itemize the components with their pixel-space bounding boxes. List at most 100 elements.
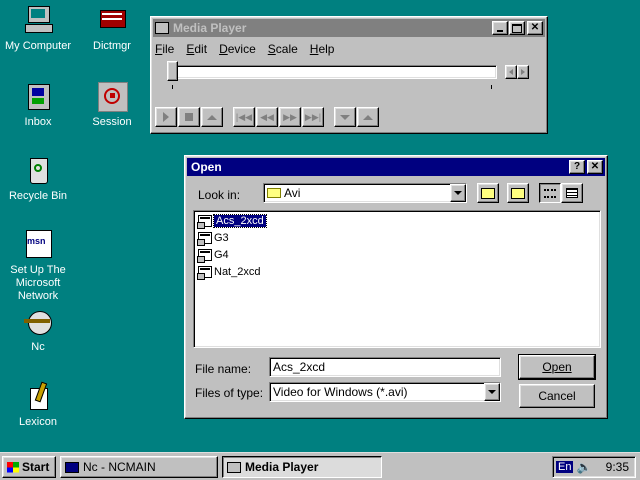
next-mark-button[interactable]: ▶▶| [302, 107, 324, 127]
desktop-icon-inbox[interactable]: Inbox [0, 80, 76, 129]
media-player-app-icon [155, 22, 169, 34]
desktop-icon-label: Lexicon [19, 416, 57, 428]
cancel-button-label: Cancel [538, 389, 576, 403]
close-icon: ✕ [530, 22, 540, 33]
list-item[interactable]: G3 [197, 230, 229, 246]
menu-device[interactable]: Device [219, 42, 256, 56]
start-selection-button[interactable] [334, 107, 356, 127]
desktop-icon-session[interactable]: Session [74, 80, 150, 129]
file-name: Acs_2xcd [213, 214, 267, 228]
desktop-icon-label: Dictmgr [93, 40, 131, 52]
menu-scale[interactable]: Scale [268, 42, 298, 56]
play-icon [163, 112, 169, 122]
file-list[interactable]: Acs_2xcd G3 G4 Nat_2xcd [193, 210, 601, 348]
scroll-right-button[interactable] [517, 65, 529, 79]
details-view-button[interactable] [561, 183, 583, 203]
rewind-button[interactable]: ◀◀ [256, 107, 278, 127]
clock[interactable]: 9:35 [606, 460, 629, 474]
open-dialog-titlebar[interactable]: Open ? ✕ [187, 158, 605, 176]
start-button[interactable]: Start [2, 456, 56, 478]
minimize-button[interactable] [492, 21, 508, 35]
list-item[interactable]: Acs_2xcd [197, 213, 267, 229]
taskbar-button-label: Media Player [245, 460, 319, 474]
dialog-close-button[interactable]: ✕ [587, 160, 603, 174]
files-of-type-dropdown-button[interactable] [484, 383, 500, 401]
maximize-icon [512, 23, 522, 33]
menu-help[interactable]: Help [310, 42, 335, 56]
desktop-icon-msn[interactable]: msn Set Up The Microsoft Network [0, 228, 76, 303]
mark-out-icon [363, 114, 373, 120]
video-file-icon [197, 266, 212, 280]
chevron-down-icon [488, 390, 496, 394]
arrow-left-icon [509, 69, 513, 75]
language-indicator[interactable]: En [556, 461, 574, 473]
list-item[interactable]: G4 [197, 247, 229, 263]
file-name: G4 [214, 249, 229, 261]
files-of-type-select[interactable]: Video for Windows (*.avi) [269, 382, 501, 402]
maximize-button[interactable] [509, 21, 525, 35]
msn-icon: msn [22, 228, 54, 260]
end-selection-button[interactable] [357, 107, 379, 127]
media-player-titlebar[interactable]: Media Player ✕ [153, 19, 545, 37]
track-tick-end [491, 85, 492, 89]
arrow-right-icon [521, 69, 525, 75]
desktop-icon-dictmgr[interactable]: Dictmgr [74, 4, 150, 53]
video-file-icon [197, 215, 212, 229]
help-button[interactable]: ? [569, 160, 585, 174]
windows-logo-icon [7, 461, 19, 473]
menu-edit[interactable]: Edit [186, 42, 207, 56]
desktop-icon-lexicon[interactable]: Lexicon [0, 380, 76, 429]
menu-file[interactable]: File [155, 42, 174, 56]
lexicon-icon [22, 380, 54, 412]
dictmgr-icon [96, 4, 128, 36]
list-view-button[interactable] [539, 183, 561, 203]
details-view-icon [566, 188, 578, 198]
file-name-value: Acs_2xcd [273, 360, 326, 374]
play-button[interactable] [155, 107, 177, 127]
inbox-icon [22, 80, 54, 112]
stop-button[interactable] [178, 107, 200, 127]
video-file-icon [197, 249, 212, 263]
seek-track[interactable] [171, 65, 497, 79]
chevron-down-icon [454, 191, 462, 195]
taskbar-button-media-player[interactable]: Media Player [222, 456, 382, 478]
taskbar-button-label: Nc - NCMAIN [83, 460, 156, 474]
cancel-button[interactable]: Cancel [519, 384, 595, 408]
fast-forward-button[interactable]: ▶▶ [279, 107, 301, 127]
desktop-icon-label: My Computer [4, 40, 72, 52]
volume-icon[interactable]: 🔈 [576, 460, 591, 474]
close-button[interactable]: ✕ [527, 21, 543, 35]
media-player-icon [227, 461, 241, 473]
media-player-title: Media Player [173, 21, 247, 35]
scroll-left-button[interactable] [505, 65, 517, 79]
file-name-label: File name: [195, 362, 252, 376]
desktop-icon-my-computer[interactable]: My Computer [0, 4, 76, 53]
open-dialog-title: Open [191, 160, 222, 174]
taskbar-button-nc[interactable]: Nc - NCMAIN [60, 456, 218, 478]
seek-thumb[interactable] [167, 61, 178, 81]
desktop-icon-recycle-bin[interactable]: Recycle Bin [0, 154, 76, 203]
desktop-icon-label: Set Up The Microsoft Network [10, 264, 66, 302]
recycle-bin-icon [22, 154, 54, 186]
files-of-type-value: Video for Windows (*.avi) [273, 385, 408, 399]
desktop-icon-label: Recycle Bin [8, 190, 68, 202]
look-in-dropdown-button[interactable] [450, 184, 466, 202]
close-icon: ✕ [590, 161, 600, 172]
look-in-combo[interactable]: Avi [263, 183, 467, 203]
open-button[interactable]: Open [518, 354, 596, 380]
help-icon: ? [573, 161, 581, 172]
nc-window-icon [65, 461, 79, 473]
desktop-icon-label: Nc [31, 341, 45, 353]
open-button-label: Open [542, 360, 572, 374]
folder-up-icon [481, 187, 495, 199]
desktop-icon-nc[interactable]: Nc [0, 305, 76, 354]
file-name-input[interactable]: Acs_2xcd [269, 357, 501, 377]
new-folder-button[interactable] [507, 183, 529, 203]
up-one-level-button[interactable] [477, 183, 499, 203]
list-item[interactable]: Nat_2xcd [197, 264, 260, 280]
system-tray: En 🔈 9:35 [552, 456, 636, 478]
previous-mark-button[interactable]: |◀◀ [233, 107, 255, 127]
eject-button[interactable] [201, 107, 223, 127]
stop-icon [185, 113, 193, 121]
computer-icon [22, 4, 54, 36]
